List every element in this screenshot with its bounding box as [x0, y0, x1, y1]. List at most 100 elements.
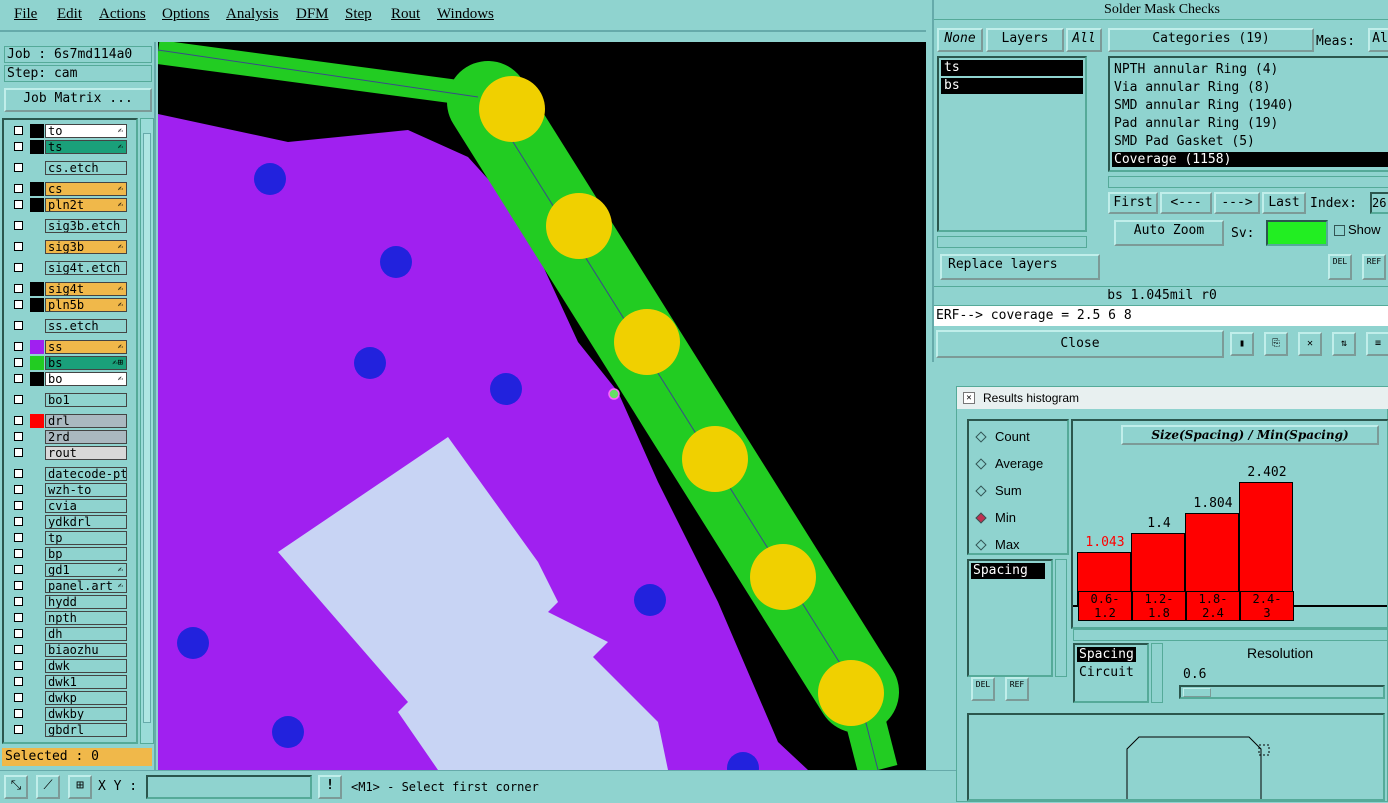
- layer-row-bs[interactable]: bs ✍⊞: [12, 356, 130, 370]
- layer-row-pln5b[interactable]: pln5b ✍: [12, 298, 130, 312]
- replace-layers-button[interactable]: Replace layers: [940, 254, 1100, 280]
- menu-rout[interactable]: Rout: [391, 6, 420, 23]
- layer-name[interactable]: cvia: [45, 499, 127, 513]
- category-item[interactable]: SMD annular Ring (1940): [1114, 98, 1294, 113]
- layer-row-bo[interactable]: bo ✍: [12, 372, 130, 386]
- layer-row-datecode-ptc[interactable]: datecode-ptc: [12, 467, 130, 481]
- layer-name[interactable]: datecode-ptc: [45, 467, 127, 481]
- layer-row-sig3b[interactable]: sig3b ✍: [12, 240, 130, 254]
- alert-icon[interactable]: !: [318, 775, 342, 799]
- layer-name[interactable]: ts ✍: [45, 140, 127, 154]
- layer-color-swatch[interactable]: [30, 627, 44, 641]
- layer-name[interactable]: dwk: [45, 659, 127, 673]
- board-view[interactable]: [158, 42, 926, 770]
- layer-row-dh[interactable]: dh: [12, 627, 130, 641]
- layer-row-cs[interactable]: cs ✍: [12, 182, 130, 196]
- layer-color-swatch[interactable]: [30, 446, 44, 460]
- layer-checkbox[interactable]: [14, 725, 23, 734]
- ref-delete-icon[interactable]: ✕: [1298, 332, 1322, 356]
- layer-checkbox[interactable]: [14, 597, 23, 606]
- layer-name[interactable]: bo ✍: [45, 372, 127, 386]
- layer-color-swatch[interactable]: [30, 219, 44, 233]
- layer-name[interactable]: dwk1: [45, 675, 127, 689]
- layer-name[interactable]: drl: [45, 414, 127, 428]
- layer-color-swatch[interactable]: [30, 356, 44, 370]
- layer-color-swatch[interactable]: [30, 140, 44, 154]
- layer-name[interactable]: sig4t.etch: [45, 261, 127, 275]
- layer-name[interactable]: sig3b ✍: [45, 240, 127, 254]
- layer-checkbox[interactable]: [14, 533, 23, 542]
- layer-row-cvia[interactable]: cvia: [12, 499, 130, 513]
- layer-color-swatch[interactable]: [30, 261, 44, 275]
- sv-color-dropdown[interactable]: [1266, 220, 1328, 246]
- mode-count[interactable]: Count: [975, 429, 1030, 444]
- mode-max[interactable]: Max: [975, 537, 1020, 552]
- layer-checkbox[interactable]: [14, 221, 23, 230]
- layer-checkbox[interactable]: [14, 358, 23, 367]
- layer-row-ydkdrl[interactable]: ydkdrl: [12, 515, 130, 529]
- ref-button[interactable]: REF: [1362, 254, 1386, 280]
- notes-icon[interactable]: ≡: [1366, 332, 1388, 356]
- zoom-fit-icon[interactable]: ⤡: [4, 775, 28, 799]
- none-button[interactable]: None: [937, 28, 983, 52]
- layer-checkbox[interactable]: [14, 300, 23, 309]
- layer-row-sig4t-etch[interactable]: sig4t.etch: [12, 261, 130, 275]
- layer-color-swatch[interactable]: [30, 182, 44, 196]
- menu-windows[interactable]: Windows: [437, 6, 494, 23]
- metric-list-scrollbar[interactable]: [1055, 559, 1067, 677]
- category-item[interactable]: SMD Pad Gasket (5): [1114, 134, 1255, 149]
- layer-checkbox[interactable]: [14, 432, 23, 441]
- resolution-slider-thumb[interactable]: [1183, 688, 1211, 697]
- category-item[interactable]: Pad annular Ring (19): [1114, 116, 1278, 131]
- layer-color-swatch[interactable]: [30, 563, 44, 577]
- prev-button[interactable]: <---: [1160, 192, 1212, 214]
- category-item[interactable]: NPTH annular Ring (4): [1114, 62, 1278, 77]
- layer-checkbox[interactable]: [14, 581, 23, 590]
- layer-color-swatch[interactable]: [30, 340, 44, 354]
- hist-ref-button[interactable]: REF: [1005, 677, 1029, 701]
- layer-name[interactable]: sig3b.etch: [45, 219, 127, 233]
- layer-row-to[interactable]: to ✍: [12, 124, 130, 138]
- layer-name[interactable]: ss.etch: [45, 319, 127, 333]
- menu-step[interactable]: Step: [345, 6, 372, 23]
- layer-checkbox[interactable]: [14, 126, 23, 135]
- layer-color-swatch[interactable]: [30, 579, 44, 593]
- layer-name[interactable]: panel.art ✍: [45, 579, 127, 593]
- layer-checkbox[interactable]: [14, 485, 23, 494]
- menu-file[interactable]: File: [14, 6, 37, 23]
- layer-checkbox[interactable]: [14, 263, 23, 272]
- layer-row-wzh-to[interactable]: wzh-to: [12, 483, 130, 497]
- layer-checkbox[interactable]: [14, 374, 23, 383]
- layer-name[interactable]: biaozhu: [45, 643, 127, 657]
- layer-row-npth[interactable]: npth: [12, 611, 130, 625]
- layer-name[interactable]: pln2t ✍: [45, 198, 127, 212]
- layer-checkbox[interactable]: [14, 200, 23, 209]
- categories-hscroll[interactable]: [1108, 176, 1388, 188]
- layer-row-sig3b-etch[interactable]: sig3b.etch: [12, 219, 130, 233]
- layer-name[interactable]: dwkby: [45, 707, 127, 721]
- layer-color-swatch[interactable]: [30, 467, 44, 481]
- categories-button[interactable]: Categories (19): [1108, 28, 1314, 52]
- xy-input[interactable]: [146, 775, 312, 799]
- layer-checkbox[interactable]: [14, 629, 23, 638]
- layer-row-cs-etch[interactable]: cs.etch: [12, 161, 130, 175]
- menu-analysis[interactable]: Analysis: [226, 6, 279, 23]
- layer-color-swatch[interactable]: [30, 483, 44, 497]
- layer-checkbox[interactable]: [14, 517, 23, 526]
- job-matrix-button[interactable]: Job Matrix ...: [4, 88, 152, 112]
- report-icon[interactable]: ⎘: [1264, 332, 1288, 356]
- layer-checkbox[interactable]: [14, 613, 23, 622]
- layer-row-dwkp[interactable]: dwkp: [12, 691, 130, 705]
- layer-row-tp[interactable]: tp: [12, 531, 130, 545]
- layer-row-dwk1[interactable]: dwk1: [12, 675, 130, 689]
- mode-min[interactable]: Min: [975, 510, 1016, 525]
- menu-edit[interactable]: Edit: [57, 6, 82, 23]
- layer-row-ts[interactable]: ts ✍: [12, 140, 130, 154]
- layers-button[interactable]: Layers: [986, 28, 1064, 52]
- layer-color-swatch[interactable]: [30, 659, 44, 673]
- layer-name[interactable]: to ✍: [45, 124, 127, 138]
- layer-row-bo1[interactable]: bo1: [12, 393, 130, 407]
- layer-color-swatch[interactable]: [30, 282, 44, 296]
- layer-name[interactable]: tp: [45, 531, 127, 545]
- layer-checkbox[interactable]: [14, 416, 23, 425]
